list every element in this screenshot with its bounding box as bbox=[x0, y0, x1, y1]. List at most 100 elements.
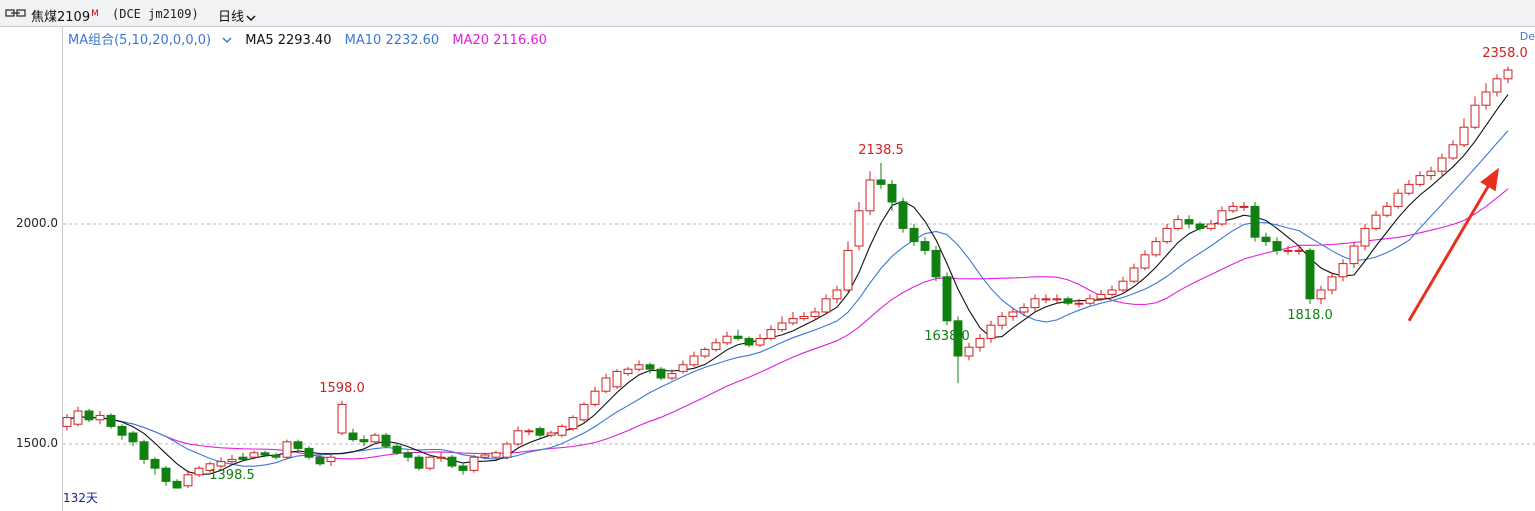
candlestick-chart[interactable] bbox=[0, 0, 1535, 511]
candle-body bbox=[931, 249, 941, 278]
high-price-label: 1598.0 bbox=[319, 380, 365, 396]
candle-body bbox=[788, 318, 798, 324]
candle-body bbox=[557, 425, 567, 436]
low-price-label: 1398.5 bbox=[209, 467, 255, 483]
candle-body bbox=[920, 241, 930, 251]
candle-body bbox=[1426, 170, 1436, 177]
candle-body bbox=[1140, 254, 1150, 269]
candle-body bbox=[469, 456, 479, 471]
candle-body bbox=[645, 364, 655, 370]
candle-body bbox=[590, 390, 600, 405]
candle-body bbox=[326, 456, 336, 463]
candle-body bbox=[161, 467, 171, 482]
candle-body bbox=[1228, 205, 1238, 212]
candle-body bbox=[1096, 293, 1106, 300]
candle-body bbox=[1052, 298, 1062, 301]
candle-body bbox=[1305, 249, 1315, 300]
high-price-label: 2138.5 bbox=[858, 143, 904, 159]
candle-body bbox=[271, 454, 281, 458]
candle-body bbox=[524, 430, 534, 433]
candle-body bbox=[997, 315, 1007, 326]
candle-body bbox=[898, 201, 908, 229]
candle-body bbox=[623, 368, 633, 375]
candle-body bbox=[1173, 219, 1183, 229]
candle-body bbox=[1272, 241, 1282, 251]
candle-body bbox=[843, 249, 853, 291]
candle-body bbox=[183, 474, 193, 487]
candle-body bbox=[249, 452, 259, 458]
candle-body bbox=[480, 454, 490, 458]
candle-body bbox=[1041, 298, 1051, 301]
candle-body bbox=[1250, 205, 1260, 238]
candle-body bbox=[128, 432, 138, 443]
ma10-line bbox=[66, 130, 1509, 467]
candle-body bbox=[535, 428, 545, 436]
candle-body bbox=[986, 324, 996, 339]
candle-body bbox=[84, 410, 94, 421]
candle-body bbox=[656, 368, 666, 379]
candle-body bbox=[414, 456, 424, 469]
candle-body bbox=[381, 434, 391, 447]
candle-body bbox=[227, 458, 237, 463]
candle-body bbox=[1393, 192, 1403, 207]
candle-body bbox=[1162, 227, 1172, 243]
candle-body bbox=[502, 443, 512, 458]
candle-body bbox=[1382, 205, 1392, 216]
candle-body bbox=[95, 414, 105, 421]
low-price-label: 1818.0 bbox=[1287, 308, 1333, 324]
candle-body bbox=[854, 210, 864, 247]
candle-body bbox=[238, 456, 248, 460]
candle-body bbox=[744, 337, 754, 346]
candle-body bbox=[491, 452, 501, 458]
candle-body bbox=[260, 452, 270, 456]
candle-body bbox=[1129, 267, 1139, 282]
candle-body bbox=[403, 452, 413, 458]
candle-body bbox=[458, 465, 468, 471]
candle-body bbox=[1470, 104, 1480, 128]
candle-body bbox=[1316, 289, 1326, 300]
candle-body bbox=[1074, 302, 1084, 305]
candle-body bbox=[942, 276, 952, 322]
candle-body bbox=[1360, 227, 1370, 247]
candle-body bbox=[513, 430, 523, 445]
candle-body bbox=[62, 417, 72, 427]
candle-body bbox=[348, 432, 358, 441]
candle-body bbox=[1415, 175, 1425, 185]
candle-body bbox=[546, 432, 556, 436]
low-price-label: 1638.0 bbox=[924, 329, 970, 345]
ma5-line bbox=[66, 94, 1509, 475]
candle-body bbox=[172, 480, 182, 489]
candle-body bbox=[1184, 219, 1194, 225]
high-price-label: 2358.0 bbox=[1482, 46, 1528, 62]
candle-body bbox=[447, 456, 457, 467]
candle-body bbox=[1492, 78, 1502, 93]
candle-body bbox=[1239, 205, 1249, 208]
candle-body bbox=[1349, 245, 1359, 265]
candle-body bbox=[282, 441, 292, 458]
candle-body bbox=[436, 456, 446, 459]
candle-body bbox=[216, 461, 226, 467]
candle-body bbox=[1261, 236, 1271, 243]
candle-body bbox=[1404, 183, 1414, 194]
candle-body bbox=[304, 447, 314, 458]
candle-body bbox=[1118, 280, 1128, 291]
candle-body bbox=[194, 467, 204, 476]
candle-body bbox=[1085, 298, 1095, 304]
candle-body bbox=[700, 348, 710, 357]
candle-body bbox=[909, 227, 919, 243]
candle-body bbox=[755, 337, 765, 346]
candle-body bbox=[315, 456, 325, 465]
candle-body bbox=[1503, 69, 1513, 80]
candle-body bbox=[887, 183, 897, 203]
candle-body bbox=[821, 298, 831, 313]
candle-body bbox=[1294, 249, 1304, 252]
candle-body bbox=[579, 403, 589, 421]
candle-body bbox=[1008, 311, 1018, 317]
candle-body bbox=[1371, 214, 1381, 229]
candle-body bbox=[832, 289, 842, 300]
candle-body bbox=[73, 410, 83, 425]
candle-body bbox=[1327, 276, 1337, 291]
candle-body bbox=[568, 417, 578, 430]
candle-body bbox=[359, 439, 369, 443]
candle-body bbox=[1437, 157, 1447, 172]
